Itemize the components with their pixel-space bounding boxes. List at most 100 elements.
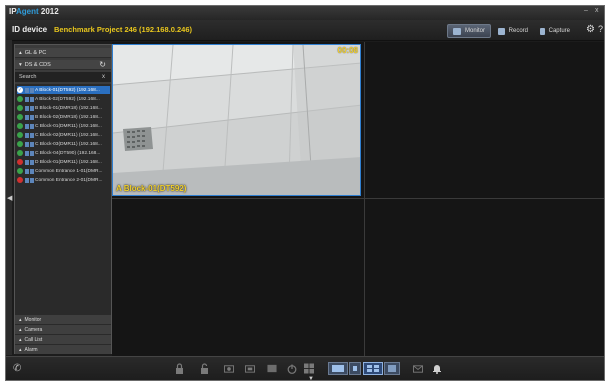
- camera-name-overlay: A Block-01(DT592): [116, 184, 187, 193]
- left-edge-handle[interactable]: ◀: [6, 40, 12, 355]
- camera-icon: [30, 96, 34, 102]
- device-sidebar: ▴ GL & PC ▾ DS & CDS ↻ Search x ✓ A Bloc…: [14, 44, 112, 354]
- phone-icon[interactable]: ✆: [13, 363, 21, 374]
- chevron-down-icon[interactable]: ▼: [308, 376, 314, 380]
- camera-icon: [30, 123, 34, 129]
- device-name: C Block-04(DT590) (192.168...: [35, 150, 101, 156]
- device-row[interactable]: A Block-02(DT592) (192.168...: [17, 95, 110, 103]
- device-row[interactable]: B Block-01(DMR18) (192.168...: [17, 104, 110, 112]
- sidebar-group-label: DS & CDS: [24, 61, 51, 68]
- app-title-brand: Agent: [15, 7, 39, 16]
- bell-icon[interactable]: [432, 363, 442, 374]
- monitor-mode-button[interactable]: Monitor: [447, 24, 491, 38]
- collapse-arrow-icon[interactable]: ◀: [7, 194, 12, 202]
- unlock-icon[interactable]: [199, 363, 209, 374]
- layout-single-button[interactable]: [328, 362, 348, 375]
- power-icon[interactable]: [287, 363, 297, 374]
- section-label: Call List: [24, 336, 43, 343]
- intercom-icon: [25, 177, 29, 183]
- app-title: IPAgent 2012: [9, 7, 59, 16]
- monitor-mode-label: Monitor: [464, 28, 485, 34]
- device-row[interactable]: C Block-04(DT590) (192.168...: [17, 149, 110, 157]
- section-monitor[interactable]: ▴ Monitor: [15, 314, 111, 324]
- device-row[interactable]: D Block-01(DMR11) (192.168...: [17, 158, 110, 166]
- device-row[interactable]: B Block-02(DMR18) (192.168...: [17, 113, 110, 121]
- minimize-button[interactable]: –: [584, 7, 588, 14]
- triangle-right-icon: ▴: [19, 336, 22, 343]
- triangle-right-icon: ▴: [19, 326, 22, 333]
- camera-icon: [30, 159, 34, 165]
- camera-feed-image: [113, 45, 360, 195]
- mail-icon[interactable]: [413, 363, 423, 374]
- device-label: ID device: [12, 25, 48, 34]
- device-name: Common Entrance 2-01(DMR...: [35, 177, 103, 183]
- gear-icon[interactable]: ⚙: [586, 24, 595, 35]
- camera-icon: [30, 114, 34, 120]
- device-row[interactable]: C Block-01(DMR11) (192.168...: [17, 122, 110, 130]
- sidebar-group-gl-pc[interactable]: ▴ GL & PC: [15, 48, 111, 58]
- title-bar: IPAgent 2012 – x: [6, 6, 604, 20]
- search-field[interactable]: Search x: [15, 72, 111, 82]
- section-label: Monitor: [24, 316, 42, 323]
- lock-icon[interactable]: [174, 363, 184, 374]
- sidebar-group-label: GL & PC: [24, 49, 47, 56]
- search-clear-button[interactable]: x: [102, 74, 105, 80]
- record-video-icon[interactable]: [245, 363, 255, 374]
- screen-icon[interactable]: [267, 363, 277, 374]
- camera-view-1[interactable]: 00:08 A Block-01(DT592): [112, 44, 361, 196]
- section-label: Alarm: [24, 346, 38, 353]
- app-window: IPAgent 2012 – x ID device Benchmark Pro…: [5, 5, 605, 381]
- camera-timestamp: 00:08: [337, 46, 358, 55]
- device-name: B Block-01(DMR18) (192.168...: [35, 105, 102, 111]
- device-tree: ✓ A Block-01(DT592) (192.168... A Block-…: [15, 84, 111, 350]
- layout-multi-button[interactable]: [384, 362, 400, 375]
- quad-cell-icon: [367, 369, 372, 372]
- refresh-icon[interactable]: ↻: [99, 60, 106, 69]
- status-ok-icon: [17, 96, 23, 102]
- status-error-icon: [17, 177, 23, 183]
- device-name: A Block-02(DT592) (192.168...: [35, 96, 100, 102]
- capture-mode-button[interactable]: Capture: [535, 24, 575, 38]
- device-name: C Block-03(DMR11) (192.168...: [35, 141, 102, 147]
- device-row[interactable]: C Block-03(DMR11) (192.168...: [17, 140, 110, 148]
- device-row[interactable]: ✓ A Block-01(DT592) (192.168...: [17, 86, 110, 94]
- triangle-down-icon: ▾: [19, 61, 22, 68]
- video-grid: 00:08 A Block-01(DT592): [112, 42, 604, 356]
- record-mode-label: Record: [508, 28, 528, 34]
- device-row[interactable]: Common Entrance 2-01(DMR...: [17, 176, 110, 184]
- intercom-icon: [25, 123, 29, 129]
- camera-icon: [30, 141, 34, 147]
- layout-multi-icon: [388, 365, 396, 372]
- record-icon: [498, 27, 505, 35]
- close-button[interactable]: x: [595, 7, 599, 14]
- status-ok-icon: [17, 114, 23, 120]
- intercom-icon: [25, 87, 29, 93]
- header-bar: ID device Benchmark Project 246 (192.168…: [6, 20, 604, 41]
- status-ok-icon: [17, 123, 23, 129]
- triangle-right-icon: ▴: [19, 316, 22, 323]
- intercom-icon: [25, 132, 29, 138]
- snapshot-icon[interactable]: [224, 363, 234, 374]
- layout-quad-button[interactable]: [363, 362, 383, 375]
- triangle-right-icon: ▴: [19, 346, 22, 353]
- record-mode-button[interactable]: Record: [493, 24, 533, 38]
- sidebar-group-ds-cds[interactable]: ▾ DS & CDS ↻: [15, 60, 111, 70]
- grid-view-icon[interactable]: [304, 363, 314, 374]
- status-ok-icon: [17, 105, 23, 111]
- device-row[interactable]: C Block-02(DMR11) (192.168...: [17, 131, 110, 139]
- section-camera[interactable]: ▴ Camera: [15, 324, 111, 334]
- section-call-list[interactable]: ▴ Call List: [15, 334, 111, 344]
- layout-focus-button[interactable]: [349, 362, 361, 375]
- device-name: D Block-01(DMR11) (192.168...: [35, 159, 102, 165]
- help-button[interactable]: ?: [598, 24, 603, 34]
- intercom-icon: [25, 114, 29, 120]
- status-error-icon: [17, 159, 23, 165]
- device-name: A Block-01(DT592) (192.168...: [35, 87, 100, 93]
- device-name: Common Entrance 1-01(DMR...: [35, 168, 103, 174]
- quad-cell-icon: [374, 369, 379, 372]
- device-row[interactable]: Common Entrance 1-01(DMR...: [17, 167, 110, 175]
- quad-cell-icon: [367, 365, 372, 368]
- triangle-right-icon: ▴: [19, 49, 22, 56]
- intercom-icon: [25, 159, 29, 165]
- section-alarm[interactable]: ▴ Alarm: [15, 344, 111, 354]
